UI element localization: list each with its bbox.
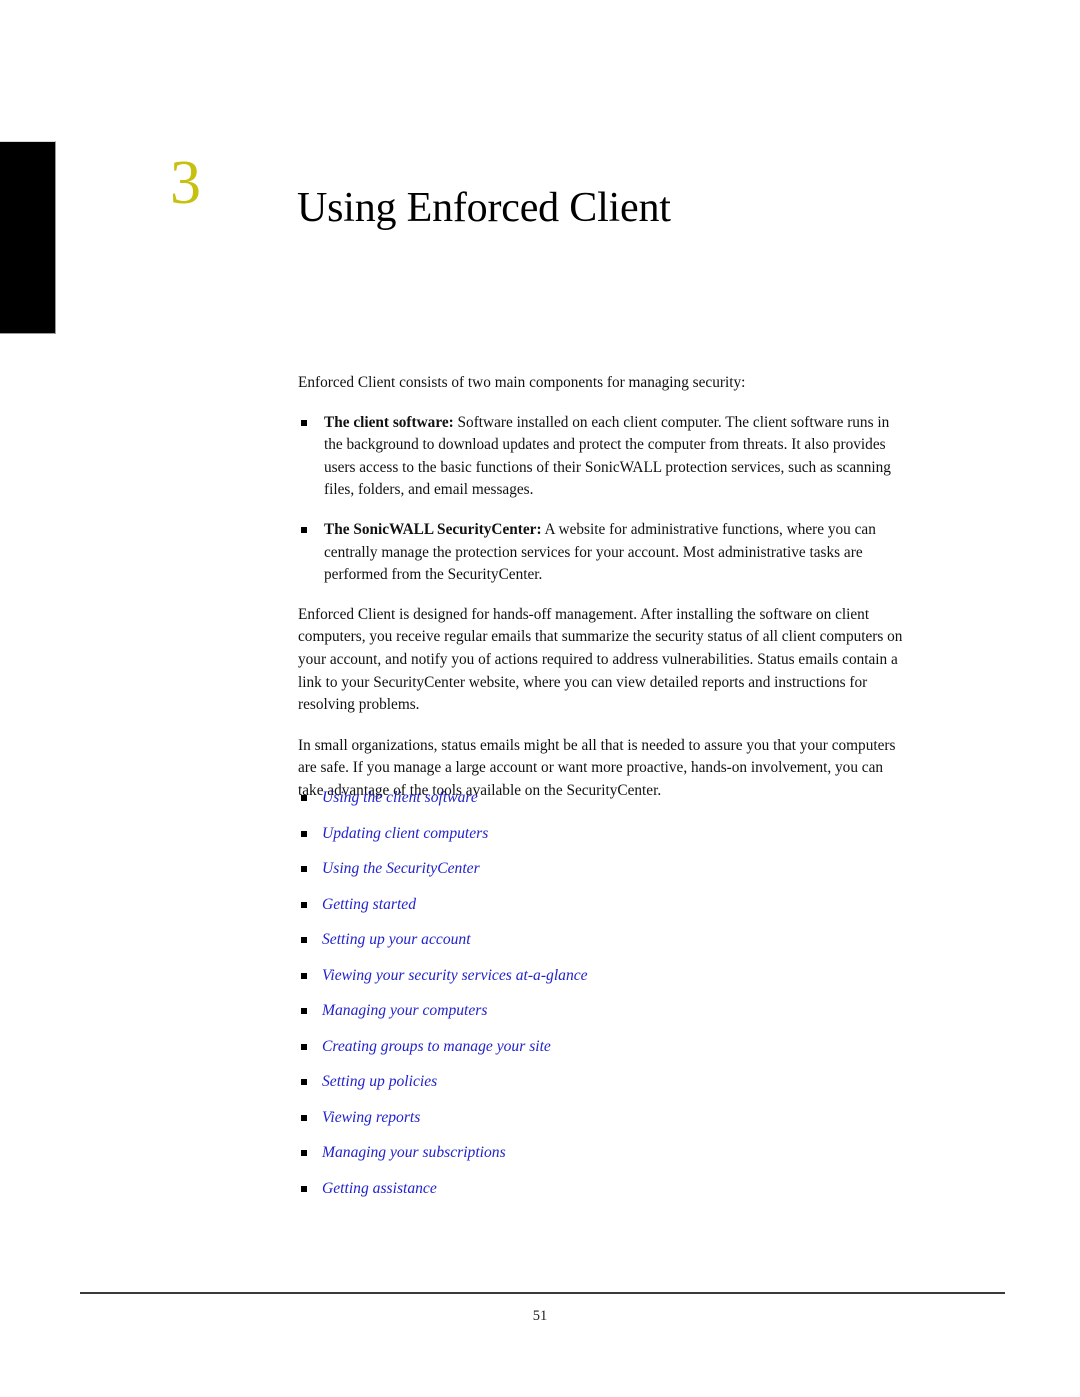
list-item: Using the client software: [298, 788, 938, 824]
page-title: Using Enforced Client: [297, 185, 671, 232]
square-bullet-icon: [301, 866, 307, 872]
xref-link-getting-started[interactable]: Getting started: [322, 896, 416, 913]
xref-link-using-the-client-software[interactable]: Using the client software: [322, 789, 478, 806]
xref-link-setting-up-your-account[interactable]: Setting up your account: [322, 931, 471, 948]
body-content: Enforced Client consists of two main com…: [298, 372, 906, 821]
list-item: Getting assistance: [298, 1179, 938, 1215]
square-bullet-icon: [301, 526, 307, 533]
footer-divider: [80, 1292, 1005, 1294]
xref-link-using-the-securitycenter[interactable]: Using the SecurityCenter: [322, 860, 480, 877]
square-bullet-icon: [301, 1150, 307, 1156]
xref-link-setting-up-policies[interactable]: Setting up policies: [322, 1073, 437, 1090]
xref-link-getting-assistance[interactable]: Getting assistance: [322, 1180, 437, 1197]
list-item: Setting up policies: [298, 1072, 938, 1108]
page-number: 51: [532, 1308, 548, 1324]
square-bullet-icon: [301, 901, 307, 908]
xref-link-managing-your-subscriptions[interactable]: Managing your subscriptions: [322, 1144, 506, 1161]
square-bullet-icon: [301, 830, 307, 837]
list-item: Viewing your security services at-a-glan…: [298, 966, 938, 1002]
xref-link-updating-client-computers[interactable]: Updating client computers: [322, 825, 488, 842]
xref-link-viewing-reports[interactable]: Viewing reports: [322, 1109, 420, 1126]
square-bullet-icon: [301, 1043, 307, 1050]
square-bullet-icon: [301, 1114, 307, 1121]
list-item: Setting up your account: [298, 930, 938, 966]
square-bullet-icon: [301, 795, 307, 801]
square-bullet-icon: [301, 937, 307, 943]
square-bullet-icon: [301, 972, 307, 979]
list-item: Using the SecurityCenter: [298, 859, 938, 895]
intro-lead-paragraph: Enforced Client consists of two main com…: [298, 374, 746, 391]
components-list: The client software: Software installed …: [298, 412, 906, 587]
list-item: Getting started: [298, 895, 938, 931]
list-item: Creating groups to manage your site: [298, 1037, 938, 1073]
square-bullet-icon: [301, 1008, 307, 1014]
square-bullet-icon: [301, 1185, 307, 1192]
list-item: Updating client computers: [298, 824, 938, 860]
list-item: The SonicWALL SecurityCenter: A website …: [298, 519, 906, 587]
xref-link-creating-groups-to-manage-your-site[interactable]: Creating groups to manage your site: [322, 1038, 551, 1055]
component-term: The client software:: [324, 413, 454, 431]
list-item: Managing your computers: [298, 1001, 938, 1037]
body-paragraph-1: Enforced Client is designed for hands-of…: [298, 605, 903, 714]
chapter-number: 3: [170, 149, 201, 217]
component-term: The SonicWALL SecurityCenter:: [324, 520, 542, 538]
list-item: The client software: Software installed …: [298, 412, 906, 502]
chapter-header: 3 Using Enforced Client: [0, 148, 1080, 238]
square-bullet-icon: [301, 419, 307, 426]
square-bullet-icon: [301, 1079, 307, 1085]
list-item: Viewing reports: [298, 1108, 938, 1144]
cross-reference-list: Using the client software Updating clien…: [298, 788, 938, 1214]
list-item: Managing your subscriptions: [298, 1143, 938, 1179]
xref-link-viewing-your-security-services-at-a-glance[interactable]: Viewing your security services at-a-glan…: [322, 967, 588, 984]
xref-link-managing-your-computers[interactable]: Managing your computers: [322, 1002, 487, 1019]
